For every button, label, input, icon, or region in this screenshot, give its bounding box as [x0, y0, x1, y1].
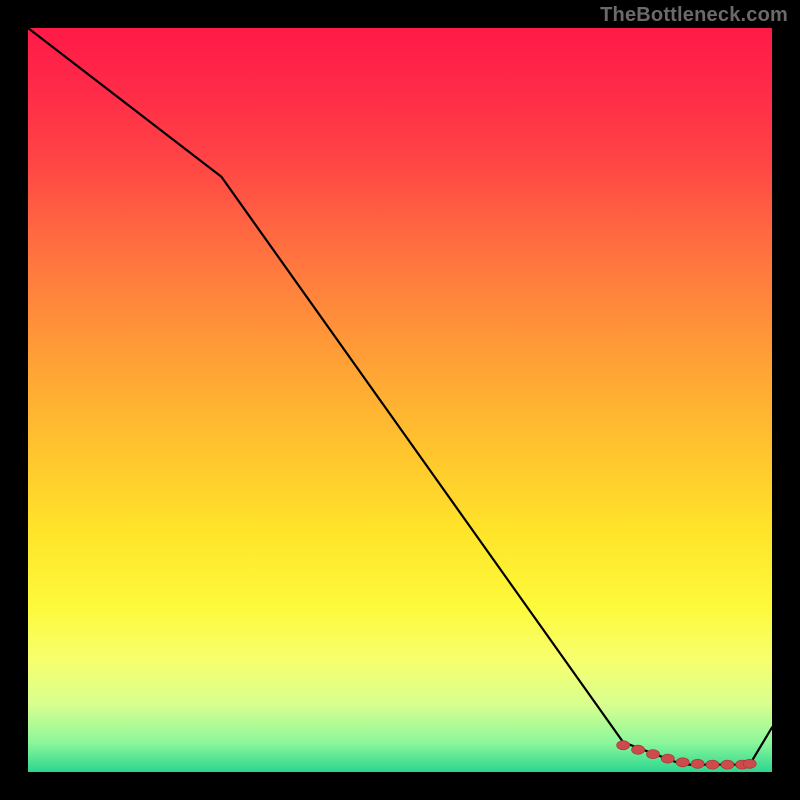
optimum-marker	[617, 741, 630, 750]
optimum-marker	[632, 745, 645, 754]
trend-line	[28, 28, 772, 765]
optimum-marker	[721, 760, 734, 769]
optimum-marker	[706, 760, 719, 769]
optimum-marker	[647, 750, 660, 759]
optimum-marker	[676, 758, 689, 767]
optimum-marker	[661, 754, 674, 763]
plot-area	[28, 28, 772, 772]
optimum-marker	[743, 759, 756, 768]
optimum-marker	[691, 759, 704, 768]
watermark-text: TheBottleneck.com	[600, 4, 788, 27]
chart-svg	[28, 28, 772, 772]
chart-frame: TheBottleneck.com	[0, 0, 800, 800]
